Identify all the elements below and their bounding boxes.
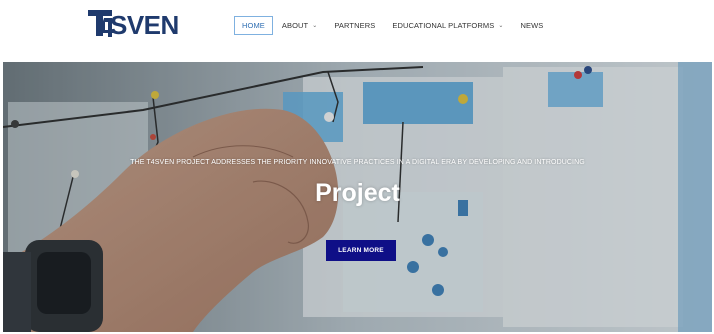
logo-text: SVEN [110, 10, 179, 40]
nav-item-label: ABOUT [281, 21, 309, 30]
nav-item-label: HOME [242, 21, 265, 30]
nav-item-label: PARTNERS [334, 21, 376, 30]
nav-item-educational-platforms[interactable]: EDUCATIONAL PLATFORMS ⌄ [384, 16, 511, 35]
hero-banner: THE T4SVEN PROJECT ADDRESSES THE PRIORIT… [3, 62, 712, 332]
learn-more-button[interactable]: LEARN MORE [326, 240, 396, 261]
nav-item-label: EDUCATIONAL PLATFORMS [392, 21, 495, 30]
nav-item-label: NEWS [520, 21, 544, 30]
nav-item-news[interactable]: NEWS [512, 16, 551, 35]
nav-item-home[interactable]: HOME [234, 16, 273, 35]
site-logo[interactable]: SVEN [88, 6, 179, 38]
chevron-down-icon: ⌄ [312, 23, 318, 29]
hero-title: Project [315, 179, 400, 207]
site-header: SVEN HOME ABOUT ⌄ PARTNERS EDUCATIONAL P… [0, 0, 714, 62]
hero-subtitle: THE T4SVEN PROJECT ADDRESSES THE PRIORIT… [130, 159, 585, 166]
main-navigation: HOME ABOUT ⌄ PARTNERS EDUCATIONAL PLATFO… [234, 16, 552, 35]
nav-item-partners[interactable]: PARTNERS [326, 16, 383, 35]
nav-item-about[interactable]: ABOUT ⌄ [274, 16, 325, 35]
chevron-down-icon: ⌄ [498, 23, 504, 29]
